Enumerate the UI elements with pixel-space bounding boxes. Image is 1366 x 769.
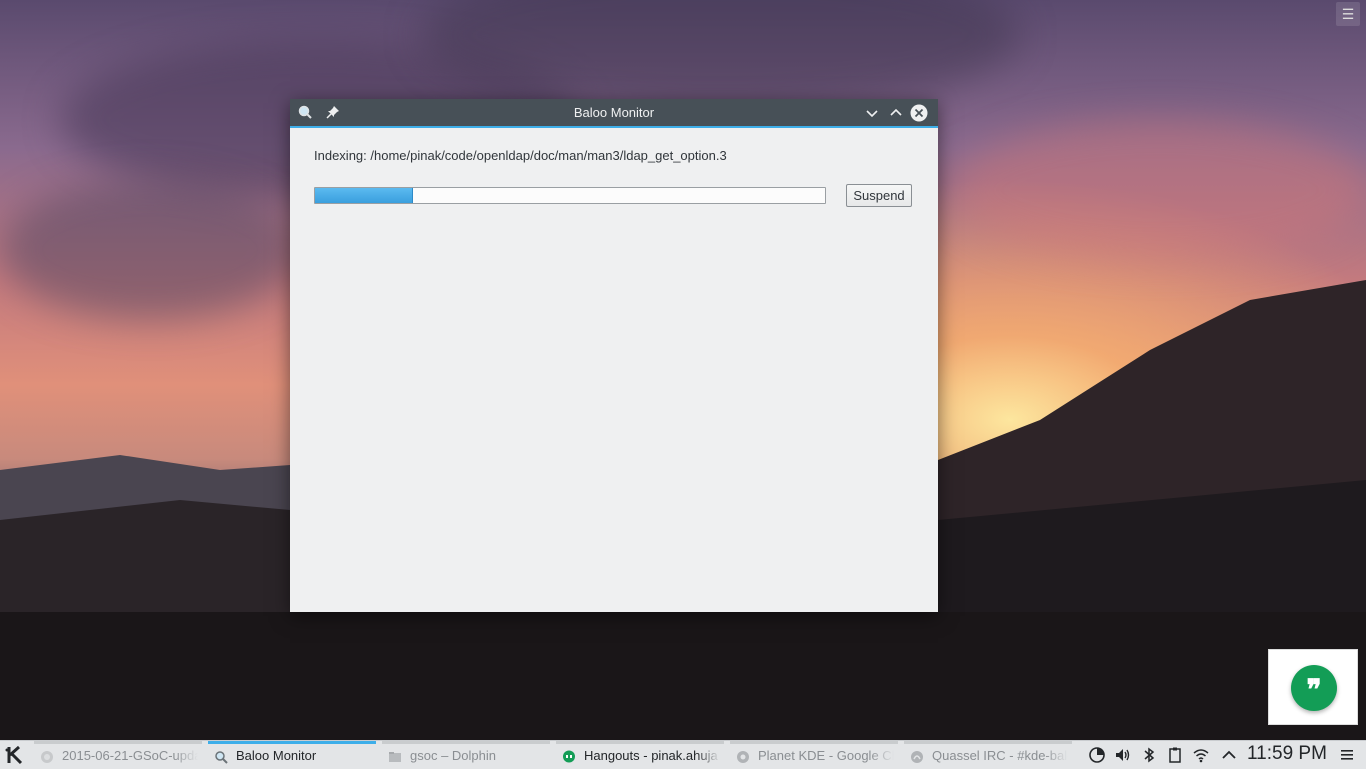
wifi-icon[interactable] <box>1192 746 1210 764</box>
clock[interactable]: 11:59 PM <box>1247 743 1327 765</box>
bluetooth-icon[interactable] <box>1140 746 1158 764</box>
task-baloo-monitor[interactable]: Baloo Monitor <box>208 741 376 769</box>
window-title: Baloo Monitor <box>573 105 655 120</box>
minimize-button[interactable] <box>863 104 881 122</box>
volume-icon[interactable] <box>1114 746 1132 764</box>
document-icon <box>41 751 53 763</box>
quassel-icon <box>911 751 923 763</box>
task-label: Baloo Monitor <box>236 748 317 763</box>
indexing-progress-bar <box>314 187 826 204</box>
chrome-icon <box>737 751 749 763</box>
task-dolphin[interactable]: gsoc – Dolphin <box>382 741 550 769</box>
task-quassel[interactable]: Quassel IRC - #kde-baloo <box>904 741 1072 769</box>
close-button[interactable] <box>910 104 928 122</box>
baloo-monitor-window: Baloo Monitor Indexing: /home/pinak/code… <box>290 99 938 612</box>
task-gsoc-update[interactable]: 2015-06-21-GSoC-update <box>34 741 202 769</box>
task-label: Hangouts - pinak.ahuja <box>584 748 718 763</box>
progress-fill <box>315 188 413 203</box>
window-titlebar[interactable]: Baloo Monitor <box>290 99 938 128</box>
hangouts-chat-head[interactable]: ❞ <box>1268 649 1358 725</box>
task-hangouts[interactable]: Hangouts - pinak.ahuja <box>556 741 724 769</box>
maximize-button[interactable] <box>887 104 905 122</box>
window-content: Indexing: /home/pinak/code/openldap/doc/… <box>290 128 938 612</box>
folder-icon <box>389 752 401 762</box>
desktop-toolbox-button[interactable]: ☰ <box>1336 2 1360 26</box>
hangouts-icon <box>563 750 575 763</box>
suspend-button[interactable]: Suspend <box>846 184 912 207</box>
panel-menu-icon[interactable] <box>1340 747 1354 763</box>
activity-icon[interactable] <box>1088 746 1106 764</box>
taskbar: 2015-06-21-GSoC-update Baloo Monitor gso… <box>0 740 1366 769</box>
baloo-icon <box>215 751 228 764</box>
clipboard-icon[interactable] <box>1166 746 1184 764</box>
indexing-status-label: Indexing: /home/pinak/code/openldap/doc/… <box>314 148 727 163</box>
task-label: Quassel IRC - #kde-baloo <box>932 748 1068 763</box>
task-label: gsoc – Dolphin <box>410 748 496 763</box>
chevron-up-icon[interactable] <box>1220 746 1238 764</box>
task-chrome[interactable]: Planet KDE - Google Chrome <box>730 741 898 769</box>
hangouts-icon[interactable]: ❞ <box>1291 665 1337 711</box>
task-label: 2015-06-21-GSoC-update <box>62 748 198 763</box>
kde-launcher-icon[interactable] <box>4 745 26 765</box>
task-label: Planet KDE - Google Chrome <box>758 748 894 763</box>
